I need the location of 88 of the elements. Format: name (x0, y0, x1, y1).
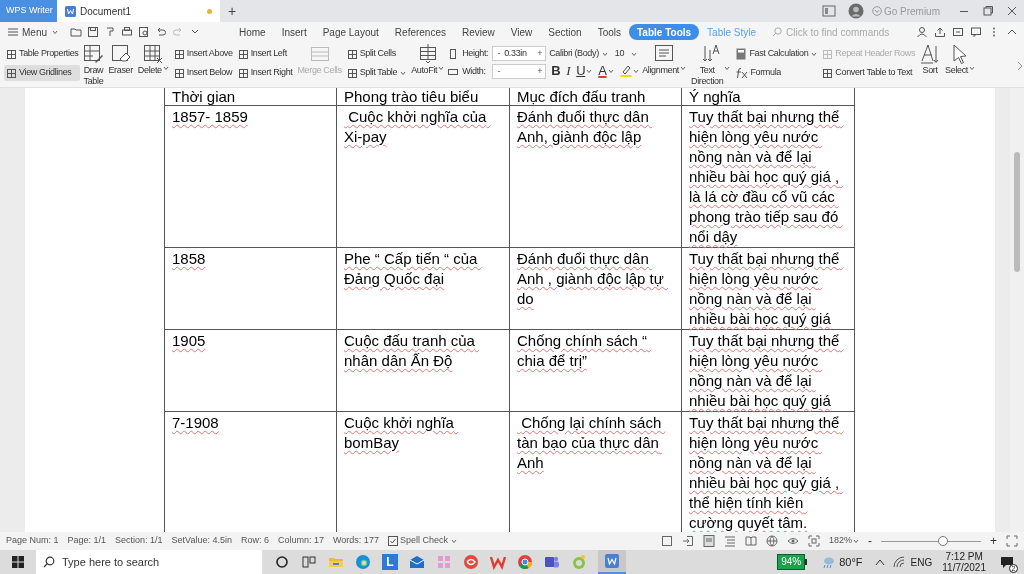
font-size-value: 10 (614, 46, 625, 60)
ribbon-button[interactable]: Text Direction (689, 44, 733, 87)
decrement-button[interactable]: - (493, 46, 505, 61)
table-cell-text: 1858 (172, 250, 206, 267)
menu-tab[interactable]: References (386, 24, 454, 40)
status-text: Section: 1/1 (115, 534, 163, 548)
table-cell-text: 1857- 1859 (172, 108, 248, 125)
spell-check-button[interactable]: Spell Check (387, 534, 457, 548)
zoom-out-button[interactable]: - (868, 535, 872, 547)
ribbon-button[interactable]: AutoFit (409, 44, 447, 76)
ribbon-button[interactable]: Formula (733, 65, 820, 81)
table-cell-text: Đánh đuổi thực dân Anh, giành độc lập (517, 108, 650, 145)
status-text: Row: 6 (241, 534, 269, 548)
ribbon-button[interactable]: Insert Left (235, 46, 295, 62)
ribbon-button[interactable]: Insert Right (235, 65, 295, 81)
ribbon-button[interactable]: Split Table (344, 65, 409, 81)
ribbon-button[interactable]: Insert Above (171, 46, 235, 62)
time-text: 7:12 PM (945, 551, 983, 562)
status-text: Page: 1/1 (67, 534, 107, 548)
table-cell-text: Tuy thất bại nhưng thể hiện lòng yêu nước nồng nàn và để lại nhiều bài học quý giá (689, 250, 841, 327)
document-tab[interactable]: Document1 (57, 0, 220, 22)
table-cell-text: Cuộc khởi nghĩa của Xi-pay (344, 108, 488, 145)
language-indicator[interactable]: ENG (910, 554, 933, 570)
app-tile[interactable]: L (382, 554, 398, 570)
ribbon-button[interactable]: Select (943, 44, 977, 76)
ribbon-button[interactable]: Insert Below (171, 65, 235, 81)
menu-button[interactable]: Menu (8, 24, 58, 40)
menu-tab[interactable]: Page Layout (314, 24, 387, 40)
table-cell-text: Cuộc đấu tranh của nhân dân Ấn Độ (344, 332, 476, 369)
table-cell-text: Tuy thất bại nhưng thể hiện lòng yêu nước nồng nàn và để lại nhiều bài học quý giá (689, 332, 841, 409)
ribbon-button[interactable]: Table Properties (4, 46, 81, 62)
column-header: Mục đích đấu tranh (517, 88, 646, 105)
ribbon-button[interactable]: Fast Calculation (733, 46, 820, 62)
size-spinner[interactable]: - + (492, 64, 547, 79)
table-cell-text: Chống chính sách “ chia để trị” (517, 332, 649, 369)
menu-tab[interactable]: Review (454, 24, 503, 40)
zoom-in-button[interactable]: + (990, 535, 997, 547)
zoom-dropdown[interactable]: 182% (828, 534, 859, 548)
ribbon-button[interactable]: Draw Table (81, 44, 106, 87)
ribbon-button[interactable]: Delete (135, 44, 171, 76)
table-cell-text: Đánh đuổi thực dân Anh , giành độc lập tự do (517, 250, 665, 307)
table-cell-text: 1905 (172, 332, 206, 349)
field-label: Height: (462, 46, 490, 60)
table-cell-text: Phe “ Cấp tiến “ của Đảng Quốc đại (344, 250, 479, 287)
increment-button[interactable]: + (534, 46, 546, 61)
ribbon-button[interactable]: Eraser (106, 44, 135, 76)
search-field[interactable]: Click to find commands (786, 24, 910, 40)
format-button[interactable]: A (598, 64, 614, 77)
status-text: Words: 177 (333, 534, 379, 548)
table-cell-text: Cuộc khởi nghĩa bomBay (344, 414, 455, 451)
new-tab-button[interactable]: + (220, 0, 245, 22)
size-input[interactable]: 0.33in (504, 46, 535, 61)
table-cell-text: 7-1908 (172, 414, 219, 431)
ribbon-button[interactable]: Sort (918, 44, 943, 76)
font-name: Calibri (Body) (549, 46, 599, 60)
ribbon-button[interactable]: Split Cells (344, 46, 409, 62)
status-text: Page Num: 1 (6, 534, 59, 548)
weather-text[interactable]: 80°F (839, 553, 863, 571)
format-button[interactable]: B (551, 64, 561, 77)
table-cell-text: Chống lại chính sách tàn bạo của thực dân Anh (517, 414, 663, 471)
status-text: SetValue: 4.5in (171, 534, 232, 548)
size-spinner[interactable]: - 0.33in + (492, 46, 547, 61)
format-button[interactable]: U (576, 64, 593, 77)
menu-tab[interactable]: View (502, 24, 541, 40)
taskbar-search-field[interactable]: Type here to search (36, 550, 262, 574)
document-tab-label: Document1 (80, 4, 133, 19)
status-text: Column: 17 (278, 534, 325, 548)
format-button[interactable]: I (566, 64, 571, 77)
battery-badge: 94% (777, 554, 806, 570)
font-size-dropdown[interactable]: 10 (612, 46, 640, 61)
menu-tab[interactable]: Section (540, 24, 590, 40)
table-cell-text: Tuy thất bại nhưng thể hiện lòng yêu nước nồng nàn và để lại nhiều bài học quý giá , thể hiện tính kiên cường quyết tâm. (689, 414, 841, 531)
column-header: Phong trào tiêu biểu (344, 88, 479, 105)
menu-tab[interactable]: Tools (589, 24, 629, 40)
menu-tab[interactable]: Home (230, 24, 274, 40)
column-header: Thời gian (172, 88, 236, 105)
date-text: 11/7/2021 (942, 562, 986, 573)
increment-button[interactable]: + (534, 64, 546, 79)
column-header: Ý nghĩa (689, 88, 741, 105)
decrement-button[interactable]: - (493, 64, 505, 79)
field-label: Width: (462, 64, 487, 78)
font-dropdown[interactable]: Calibri (Body) (547, 46, 610, 61)
clock[interactable]: 7:12 PM 11/7/2021 (942, 551, 986, 573)
ribbon-button[interactable]: View Gridlines (4, 65, 81, 81)
ribbon-button[interactable]: Alignment (640, 44, 688, 76)
table-cell-text: Tuy thất bại nhưng thể hiện lòng yêu nước nồng nàn và để lại nhiều bài học quý giá , là lá cờ đầu cổ vũ các phong trào tiếp sau đó nổi dậy (689, 108, 841, 245)
menu-tab[interactable]: Insert (273, 24, 315, 40)
ribbon-button[interactable]: Convert Table to Text (820, 65, 918, 81)
